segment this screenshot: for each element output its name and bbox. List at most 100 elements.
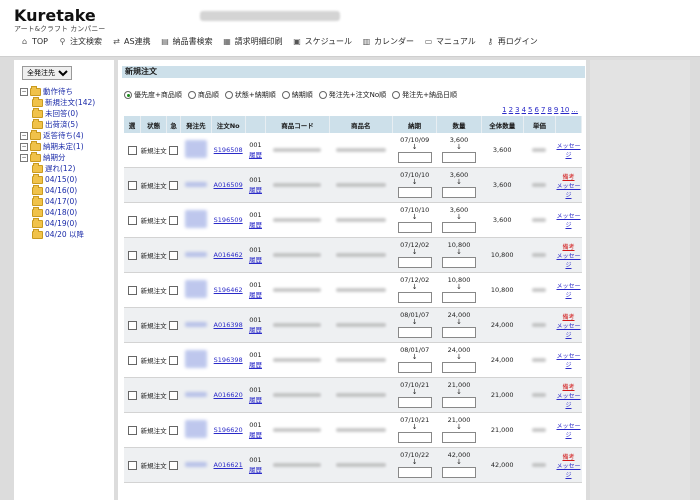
order-number-link[interactable]: A016398 <box>214 321 243 329</box>
quantity-input[interactable] <box>442 432 476 443</box>
quantity-input[interactable] <box>442 257 476 268</box>
urgent-checkbox[interactable] <box>169 250 179 260</box>
tree-item[interactable]: 04/15(0) <box>20 173 95 185</box>
page-link[interactable]: 2 <box>509 106 513 114</box>
urgent-checkbox[interactable] <box>169 460 179 470</box>
radio-button[interactable] <box>224 91 233 99</box>
supplier-name-redacted[interactable] <box>184 182 207 187</box>
urgent-checkbox[interactable] <box>169 180 179 190</box>
quantity-input[interactable] <box>442 187 476 198</box>
nav-item[interactable]: ⚷ 再ログイン <box>486 34 537 48</box>
select-checkbox[interactable] <box>127 250 137 260</box>
supplier-name-redacted[interactable] <box>184 210 207 228</box>
due-date-input[interactable] <box>397 397 432 408</box>
supplier-name-redacted[interactable] <box>184 322 207 327</box>
supplier-name-redacted[interactable] <box>184 280 207 298</box>
tree-item[interactable]: 遅れ(12) <box>20 162 95 174</box>
message-link[interactable]: メッセージ <box>556 211 582 229</box>
page-link[interactable]: 8 <box>547 106 551 114</box>
tree-item[interactable]: − 返答待ち(4) <box>20 129 95 141</box>
page-link[interactable]: 10 <box>560 106 569 114</box>
page-link[interactable]: 1 <box>502 106 506 114</box>
supplier-name-redacted[interactable] <box>184 140 207 158</box>
quantity-input[interactable] <box>442 222 476 233</box>
page-link[interactable]: 3 <box>515 106 519 114</box>
nav-item[interactable]: ⇄ AS連携 <box>112 34 150 48</box>
select-checkbox[interactable] <box>127 180 137 190</box>
supplier-select[interactable]: 全発注先 <box>22 66 72 80</box>
urgent-checkbox[interactable] <box>169 285 179 295</box>
tree-item[interactable]: − 納期分 <box>20 151 95 163</box>
tree-item[interactable]: − 動作待ち <box>20 85 95 97</box>
history-link[interactable]: 履歴 <box>245 359 266 369</box>
supplier-name-redacted[interactable] <box>184 252 207 257</box>
quantity-input[interactable] <box>442 362 476 373</box>
sort-option[interactable]: 発注先+注文No順 <box>318 90 386 100</box>
urgent-checkbox[interactable] <box>169 390 179 400</box>
collapse-toggle-icon[interactable]: − <box>20 142 28 151</box>
tree-item[interactable]: 04/20 以降 <box>20 228 95 240</box>
due-date-input[interactable] <box>397 222 432 233</box>
page-link[interactable]: 6 <box>535 106 539 114</box>
memo-link[interactable]: 備考 <box>556 172 582 181</box>
tree-item[interactable]: 04/19(0) <box>20 217 95 229</box>
history-link[interactable]: 履歴 <box>245 219 266 229</box>
urgent-checkbox[interactable] <box>169 355 179 365</box>
tree-item[interactable]: 04/16(0) <box>20 184 95 196</box>
tree-item[interactable]: − 納期未定(1) <box>20 140 95 152</box>
message-link[interactable]: メッセージ <box>556 251 582 269</box>
collapse-toggle-icon[interactable]: − <box>20 131 28 140</box>
urgent-checkbox[interactable] <box>169 145 179 155</box>
radio-button[interactable] <box>281 91 290 99</box>
select-checkbox[interactable] <box>127 390 137 400</box>
nav-item[interactable]: ⚲ 注文検索 <box>58 34 102 48</box>
sort-option[interactable]: 商品順 <box>187 90 219 100</box>
order-number-link[interactable]: S196398 <box>214 356 243 364</box>
nav-item[interactable]: ▭ マニュアル <box>424 34 476 48</box>
history-link[interactable]: 履歴 <box>245 149 266 159</box>
sort-option[interactable]: 発注先+納品日順 <box>392 90 457 100</box>
page-link[interactable]: ... <box>571 106 578 114</box>
history-link[interactable]: 履歴 <box>245 394 266 404</box>
memo-link[interactable]: 備考 <box>556 452 582 461</box>
history-link[interactable]: 履歴 <box>245 464 266 474</box>
urgent-checkbox[interactable] <box>169 215 179 225</box>
collapse-toggle-icon[interactable]: − <box>20 153 28 162</box>
tree-item[interactable]: 未回答(0) <box>20 107 95 119</box>
due-date-input[interactable] <box>397 467 432 478</box>
history-link[interactable]: 履歴 <box>245 429 266 439</box>
tree-item[interactable]: 04/17(0) <box>20 195 95 207</box>
page-link[interactable]: 4 <box>522 106 526 114</box>
history-link[interactable]: 履歴 <box>245 184 266 194</box>
urgent-checkbox[interactable] <box>169 320 179 330</box>
order-number-link[interactable]: S196620 <box>214 426 243 434</box>
nav-item[interactable]: ⌂ TOP <box>20 34 48 48</box>
supplier-name-redacted[interactable] <box>184 420 207 438</box>
page-link[interactable]: 9 <box>554 106 558 114</box>
radio-button[interactable] <box>392 91 401 99</box>
supplier-name-redacted[interactable] <box>184 462 207 467</box>
radio-button[interactable] <box>124 91 132 99</box>
select-checkbox[interactable] <box>127 355 137 365</box>
page-link[interactable]: 7 <box>541 106 545 114</box>
message-link[interactable]: メッセージ <box>556 421 582 439</box>
order-number-link[interactable]: S196509 <box>214 216 243 224</box>
sort-option[interactable]: 納期順 <box>281 90 313 100</box>
quantity-input[interactable] <box>442 292 476 303</box>
nav-item[interactable]: ▣ スケジュール <box>293 34 352 48</box>
due-date-input[interactable] <box>397 327 432 338</box>
nav-item[interactable]: ▤ 納品書検索 <box>161 34 212 48</box>
select-checkbox[interactable] <box>127 320 137 330</box>
quantity-input[interactable] <box>442 397 476 408</box>
select-checkbox[interactable] <box>127 460 137 470</box>
supplier-name-redacted[interactable] <box>184 350 207 368</box>
radio-button[interactable] <box>318 91 327 99</box>
select-checkbox[interactable] <box>127 145 137 155</box>
order-number-link[interactable]: A016509 <box>214 181 243 189</box>
quantity-input[interactable] <box>442 152 476 163</box>
message-link[interactable]: メッセージ <box>556 281 582 299</box>
message-link[interactable]: メッセージ <box>556 141 582 159</box>
quantity-input[interactable] <box>442 467 476 478</box>
due-date-input[interactable] <box>397 432 432 443</box>
sort-option[interactable]: 優先度+商品順 <box>124 90 182 100</box>
